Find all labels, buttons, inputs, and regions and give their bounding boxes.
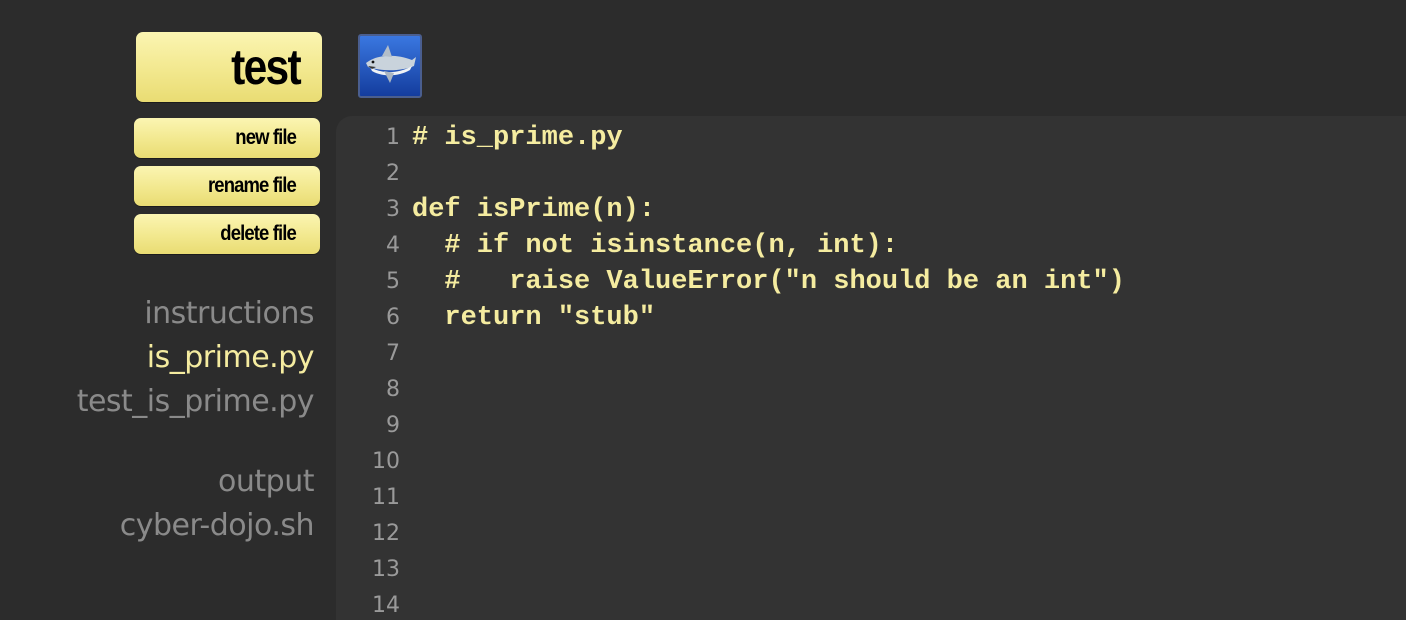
shark-avatar-icon bbox=[358, 34, 422, 98]
code-line: 2 bbox=[336, 152, 1406, 188]
code-line: 6 return "stub" bbox=[336, 296, 1406, 333]
delete-file-button[interactable]: delete file bbox=[134, 214, 320, 254]
filename-is-prime[interactable]: is_prime.py bbox=[77, 338, 315, 382]
rename-file-button[interactable]: rename file bbox=[134, 166, 320, 206]
code-line: 3 def isPrime(n): bbox=[336, 188, 1406, 225]
code-line: 9 bbox=[336, 404, 1406, 440]
test-button[interactable]: test bbox=[136, 32, 322, 102]
filename-test-is-prime[interactable]: test_is_prime.py bbox=[77, 382, 315, 426]
filename-instructions[interactable]: instructions bbox=[77, 294, 314, 338]
code-line: 1 # is_prime.py bbox=[336, 116, 1406, 153]
code-line: 11 bbox=[336, 476, 1406, 512]
code-line: 5 # raise ValueError("n should be an int… bbox=[336, 260, 1406, 297]
code-line: 14 bbox=[336, 584, 1406, 620]
code-line: 4 # if not isinstance(n, int): bbox=[336, 224, 1406, 261]
code-line: 8 bbox=[336, 368, 1406, 404]
file-list: instructions is_prime.py test_is_prime.p… bbox=[77, 294, 315, 550]
new-file-button[interactable]: new file bbox=[134, 118, 320, 158]
code-editor[interactable]: 1 # is_prime.py 2 3 def isPrime(n): 4 # … bbox=[336, 116, 1406, 620]
code-line: 10 bbox=[336, 440, 1406, 476]
filename-output[interactable]: output bbox=[77, 462, 314, 506]
code-line: 12 bbox=[336, 512, 1406, 548]
code-line: 13 bbox=[336, 548, 1406, 584]
line-number: 14 bbox=[372, 593, 400, 618]
code-line: 7 bbox=[336, 332, 1406, 368]
filename-cyber-dojo-sh[interactable]: cyber-dojo.sh bbox=[77, 506, 315, 550]
